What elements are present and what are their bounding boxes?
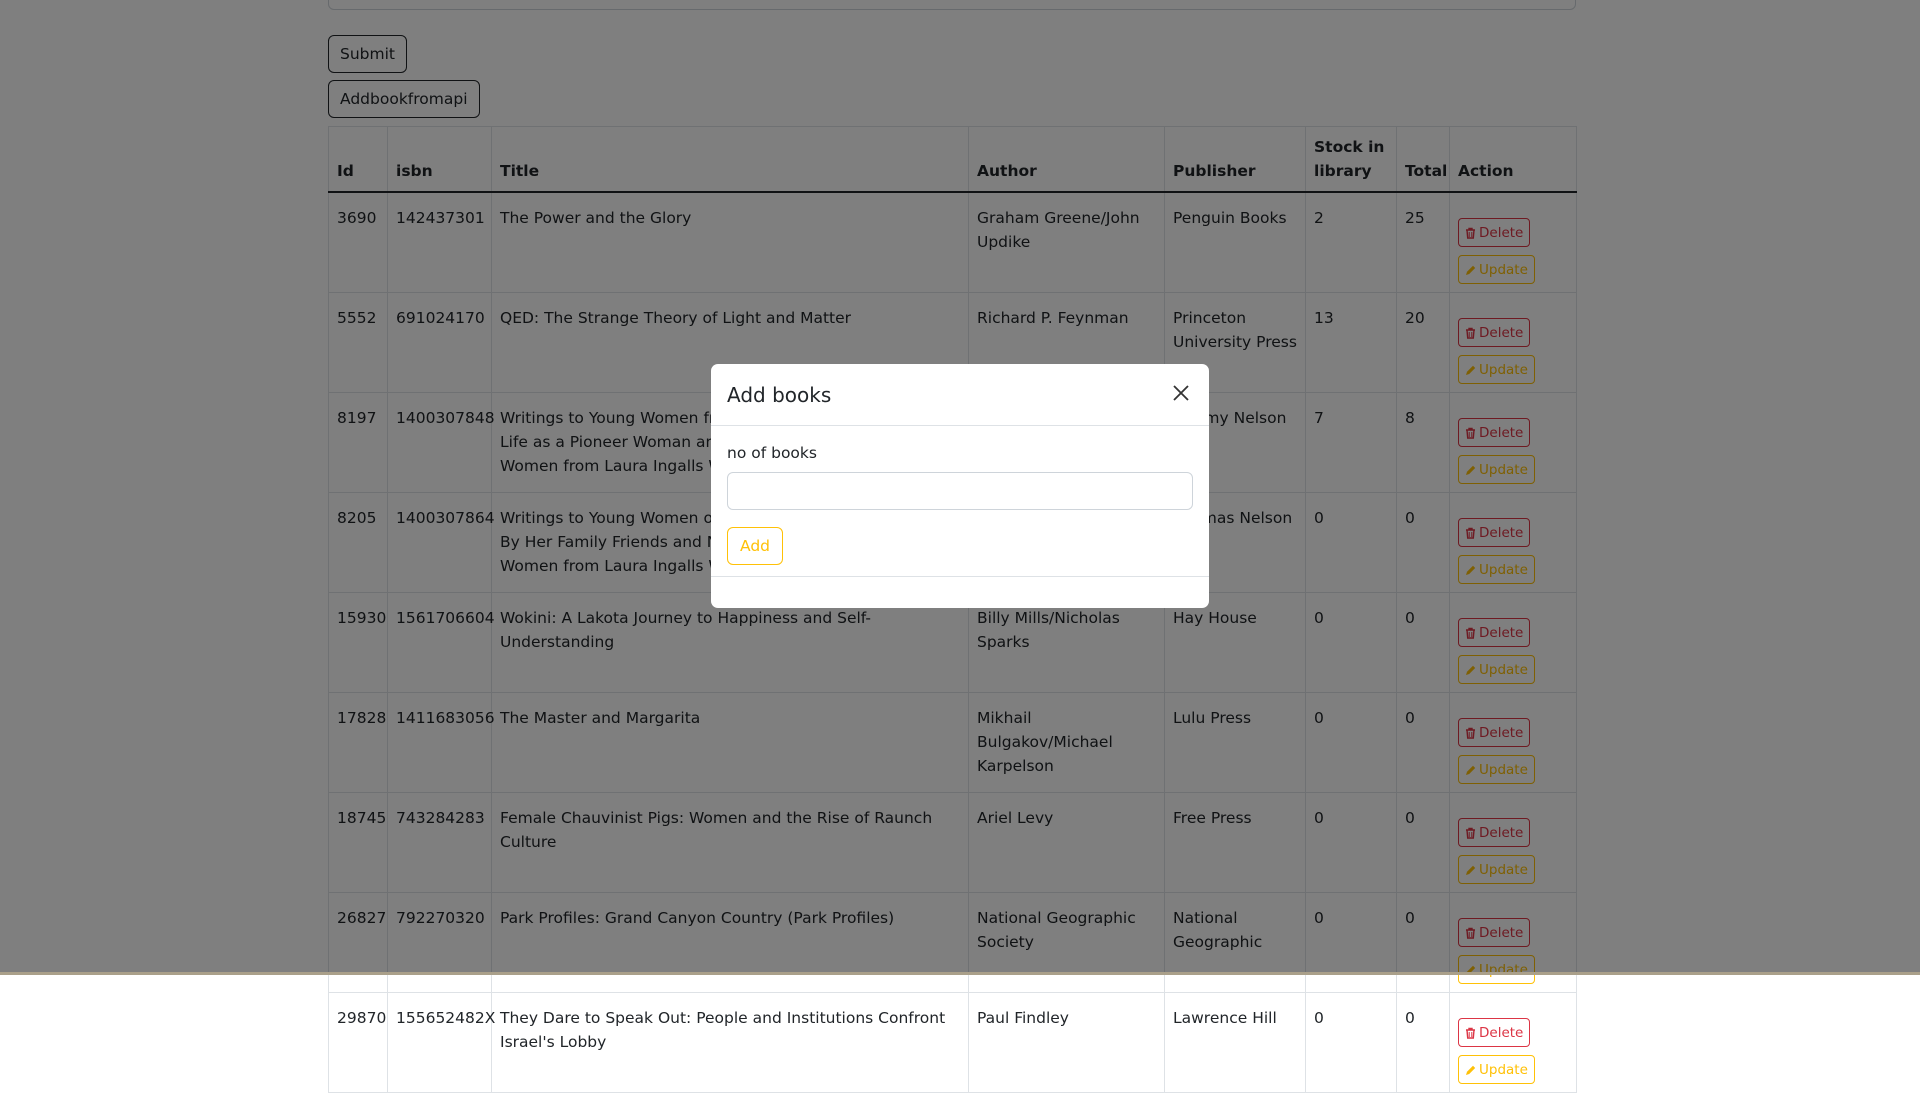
cell-author: Paul Findley (968, 992, 1165, 1093)
no-of-books-input[interactable] (727, 472, 1193, 510)
delete-button[interactable]: Delete (1458, 1018, 1531, 1047)
cell-stock: 0 (1305, 992, 1397, 1093)
cell-id: 29870 (328, 992, 388, 1093)
update-label: Update (1479, 1061, 1528, 1078)
delete-label: Delete (1479, 1024, 1524, 1041)
add-button[interactable]: Add (727, 527, 784, 565)
modal-footer (711, 576, 1209, 608)
table-row: 29870 155652482X They Dare to Speak Out:… (328, 992, 1577, 1093)
modal-title: Add books (727, 382, 832, 407)
add-books-modal: Add books no of books Add (711, 364, 1209, 608)
cell-actions: Delete Update (1449, 992, 1577, 1093)
modal-header: Add books (711, 364, 1209, 426)
update-button[interactable]: Update (1458, 1055, 1535, 1084)
cell-title: They Dare to Speak Out: People and Insti… (491, 992, 969, 1093)
close-button[interactable] (1169, 383, 1193, 407)
modal-body: no of books Add (711, 426, 1209, 576)
cell-isbn: 155652482X (387, 992, 495, 1093)
pencil-icon (1465, 1064, 1476, 1076)
close-icon (1172, 384, 1190, 405)
cell-publisher: Lawrence Hill (1164, 992, 1306, 1093)
cell-total: 0 (1396, 992, 1450, 1093)
no-of-books-label: no of books (727, 444, 817, 462)
trash-icon (1465, 1027, 1476, 1039)
